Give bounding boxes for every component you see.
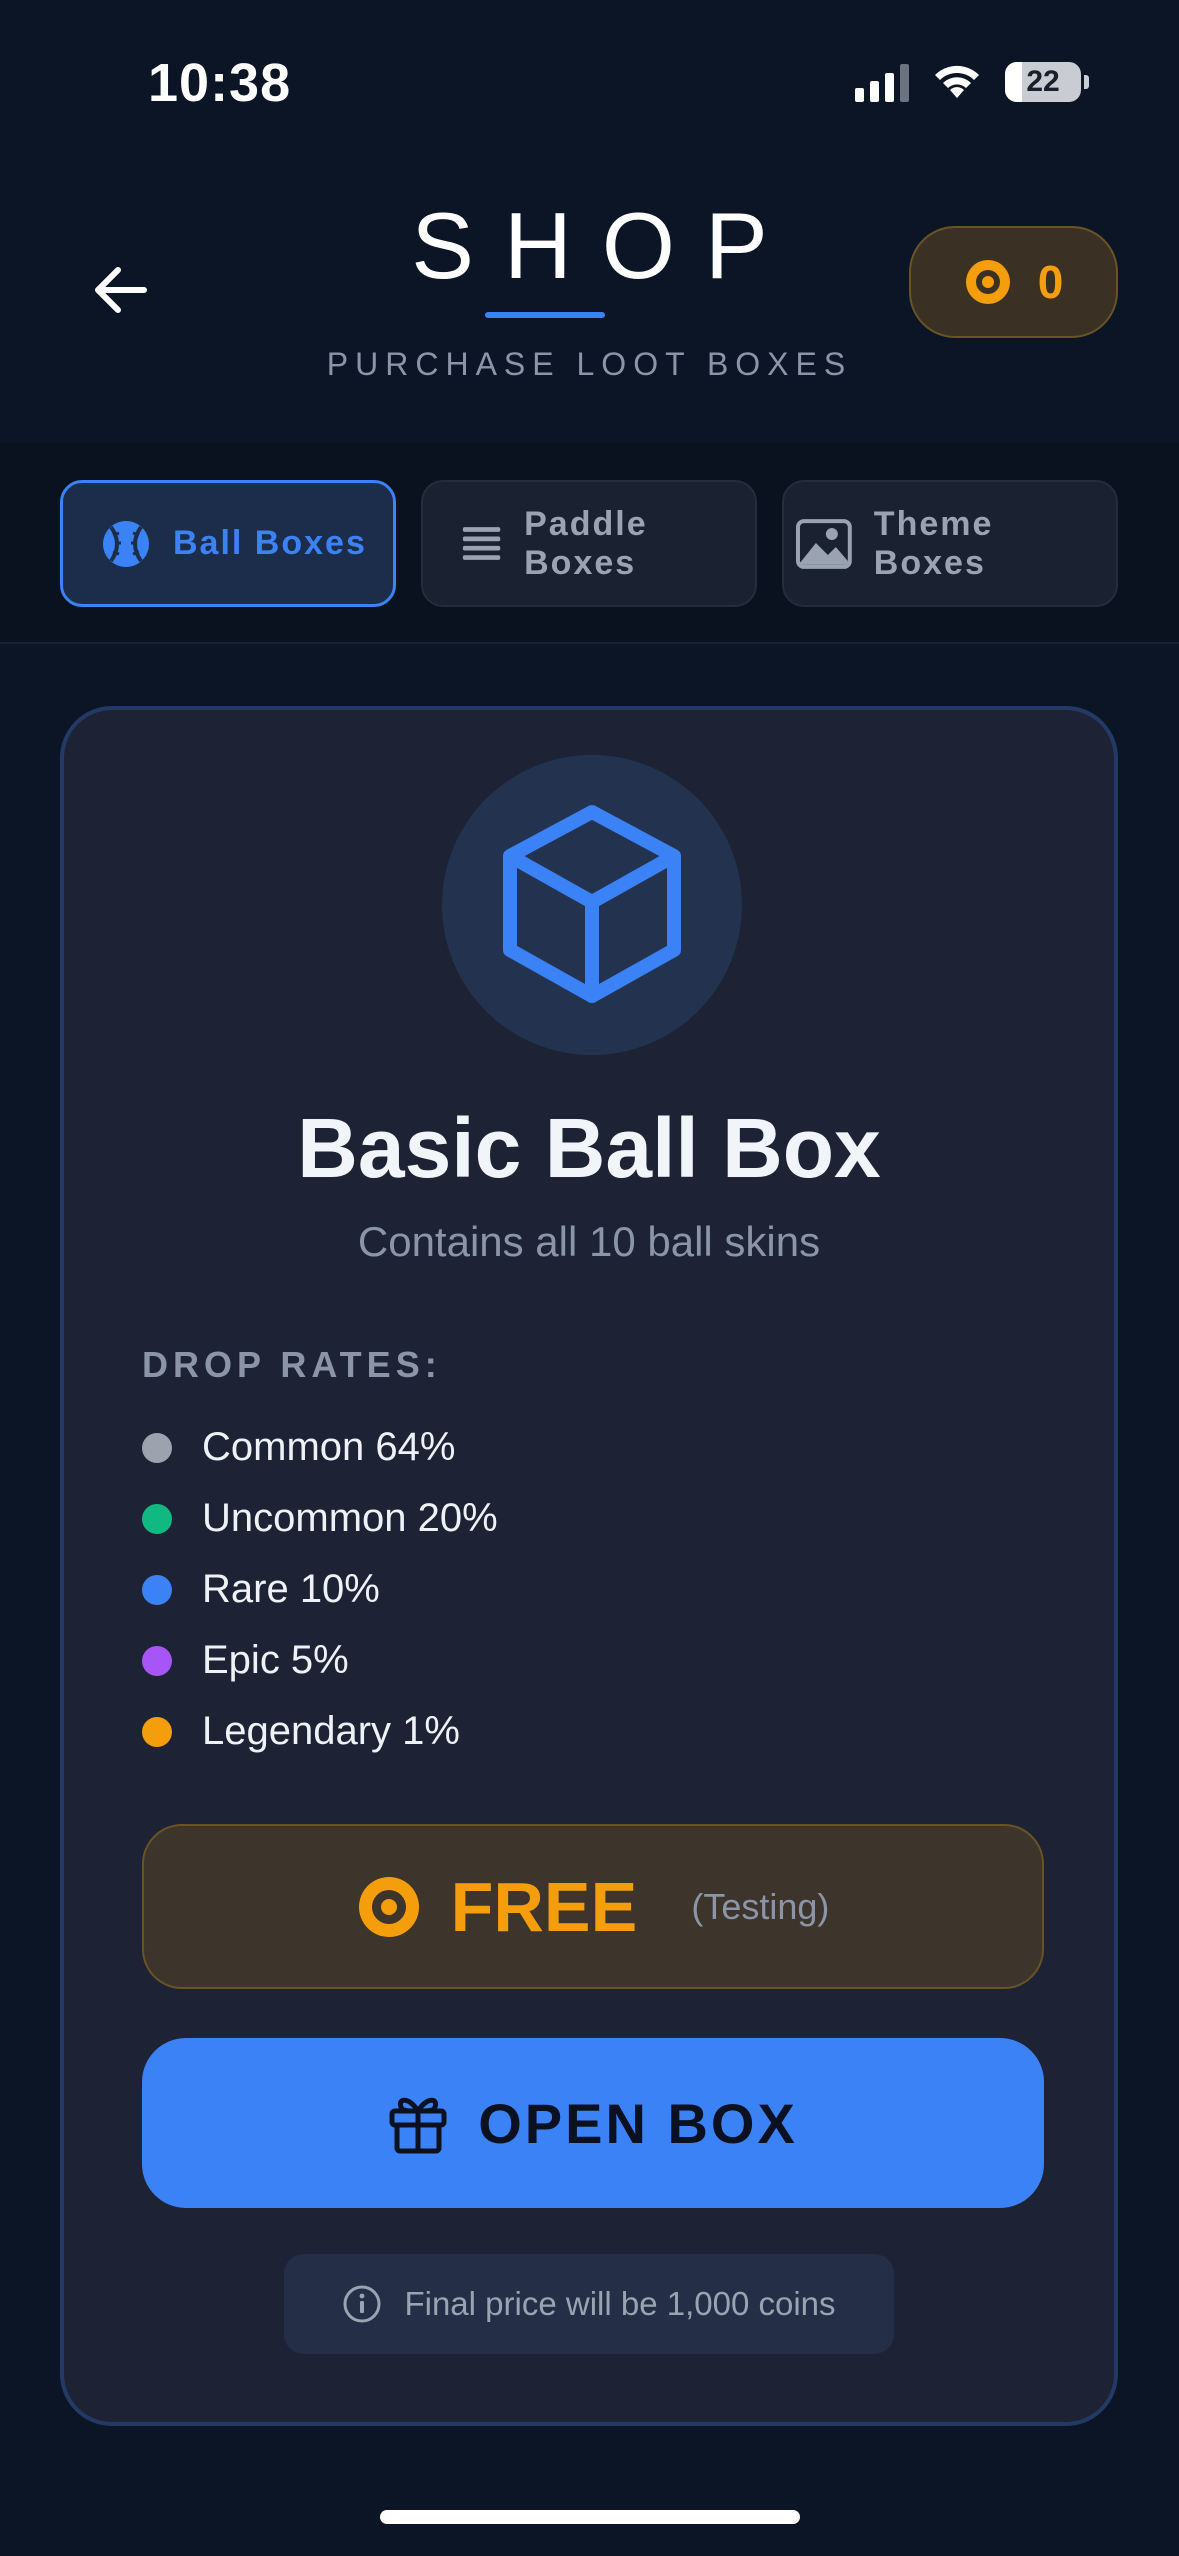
list-lines-icon xyxy=(462,526,501,560)
gift-icon xyxy=(389,2097,447,2154)
rate-label: Legendary 1% xyxy=(202,1709,460,1753)
status-bar: 10:38 22 xyxy=(0,0,1179,170)
page-subtitle: PURCHASE LOOT BOXES xyxy=(326,346,853,382)
tab-label: Ball Boxes xyxy=(173,524,367,562)
rate-label: Epic 5% xyxy=(202,1638,349,1682)
info-text: Final price will be 1,000 coins xyxy=(404,2285,836,2322)
category-tabs: Ball Boxes Paddle Boxes Theme Boxes xyxy=(0,442,1179,644)
coin-icon xyxy=(358,1876,419,1937)
battery-level: 22 xyxy=(1026,65,1060,98)
title-underline xyxy=(485,312,605,318)
open-box-button[interactable]: OPEN BOX xyxy=(142,2038,1044,2208)
list-item: Epic 5% xyxy=(142,1625,498,1696)
coin-icon xyxy=(965,260,1010,304)
wifi-icon xyxy=(935,65,979,98)
drop-rates-list: Common 64% Uncommon 20% Rare 10% Epic 5%… xyxy=(142,1412,498,1767)
list-item: Common 64% xyxy=(142,1412,498,1483)
price-note: (Testing) xyxy=(691,1885,830,1927)
price-value: FREE xyxy=(450,1867,638,1946)
rarity-dot-uncommon xyxy=(142,1503,172,1534)
status-time: 10:38 xyxy=(148,53,292,113)
rarity-dot-common xyxy=(142,1432,172,1463)
tab-theme-boxes[interactable]: Theme Boxes xyxy=(782,480,1118,607)
box-icon-circle xyxy=(442,755,742,1055)
rarity-dot-legendary xyxy=(142,1716,172,1747)
list-item: Rare 10% xyxy=(142,1554,498,1625)
header: SHOP PURCHASE LOOT BOXES 0 xyxy=(0,170,1179,442)
tab-label: Theme Boxes xyxy=(873,504,994,582)
image-icon xyxy=(796,518,852,569)
coin-balance[interactable]: 0 xyxy=(909,226,1118,338)
drop-rates-title: DROP RATES: xyxy=(142,1344,442,1385)
loot-box-card: Basic Ball Box Contains all 10 ball skin… xyxy=(60,706,1118,2426)
tab-ball-boxes[interactable]: Ball Boxes xyxy=(60,480,396,607)
list-item: Legendary 1% xyxy=(142,1696,498,1767)
list-item: Uncommon 20% xyxy=(142,1483,498,1554)
coin-count: 0 xyxy=(1037,256,1064,308)
tab-paddle-boxes[interactable]: Paddle Boxes xyxy=(421,480,757,607)
price-info-note: Final price will be 1,000 coins xyxy=(284,2254,894,2354)
home-indicator[interactable] xyxy=(380,2510,800,2524)
rate-label: Rare 10% xyxy=(202,1567,380,1611)
rarity-dot-rare xyxy=(142,1574,172,1605)
baseball-icon xyxy=(103,520,149,567)
price-display: FREE (Testing) xyxy=(142,1824,1044,1989)
battery-icon: 22 xyxy=(1005,62,1089,102)
rate-label: Uncommon 20% xyxy=(202,1496,498,1540)
rarity-dot-epic xyxy=(142,1645,172,1676)
box-description: Contains all 10 ball skins xyxy=(357,1218,821,1265)
box-name: Basic Ball Box xyxy=(297,1101,881,1195)
tab-label: Paddle Boxes xyxy=(524,504,648,582)
cellular-signal-icon xyxy=(855,62,909,102)
cube-icon xyxy=(503,805,681,1003)
open-box-label: OPEN BOX xyxy=(478,2091,798,2155)
info-icon xyxy=(343,2285,381,2323)
status-icons: 22 xyxy=(855,62,1089,102)
rate-label: Common 64% xyxy=(202,1425,456,1469)
